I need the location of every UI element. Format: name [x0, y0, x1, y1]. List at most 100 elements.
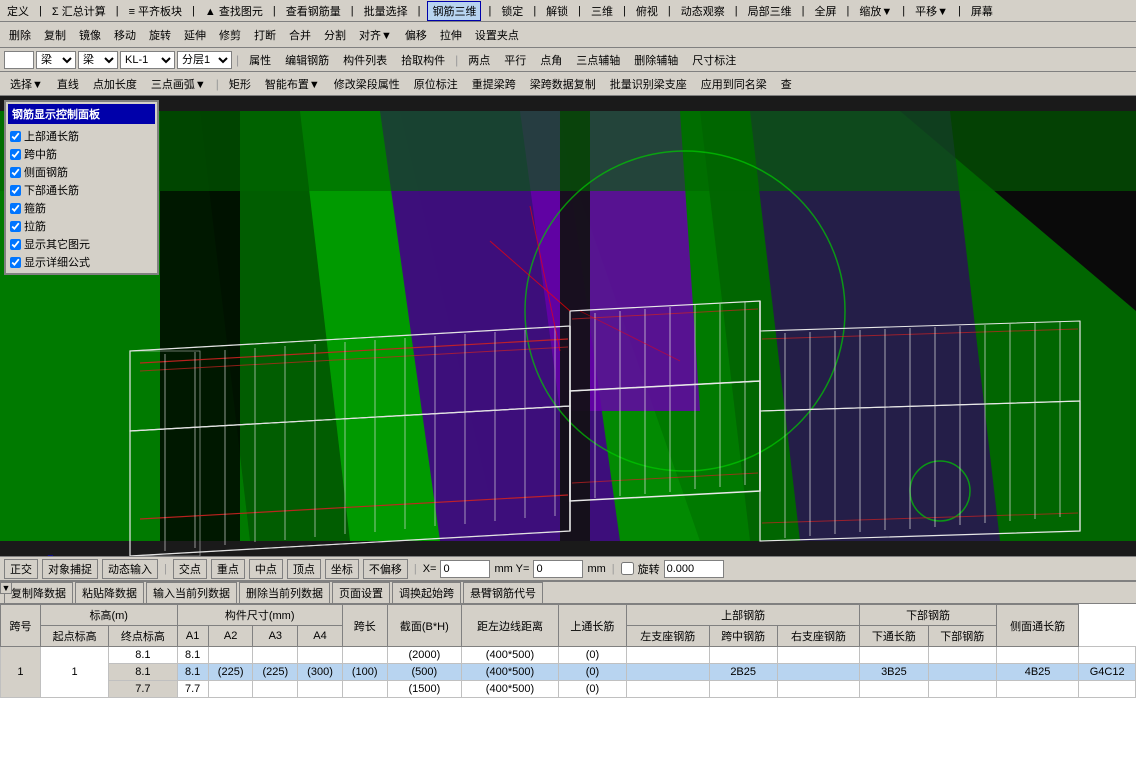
menu-view-steel[interactable]: 查看钢筋量	[283, 3, 344, 19]
merge-btn[interactable]: 合并	[284, 24, 316, 46]
menu-3d[interactable]: 三维	[588, 3, 616, 19]
viewport-3d[interactable]: 钢筋显示控制面板 上部通长筋 跨中筋 侧面钢筋 下部通长筋 箍筋	[0, 96, 1136, 556]
member-id-select[interactable]: KL-1	[120, 51, 175, 69]
copy-span-data-btn[interactable]: 梁跨数据复制	[524, 74, 602, 94]
modify-segment-btn[interactable]: 修改梁段属性	[328, 74, 406, 94]
line-btn[interactable]: 直线	[51, 74, 85, 94]
menu-steel-3d[interactable]: 钢筋三维	[427, 1, 481, 21]
three-point-aux-btn[interactable]: 三点辅轴	[570, 50, 626, 70]
data-grid[interactable]: 跨号 标高(m) 构件尺寸(mm) 跨长 截面(B*H) 距左边线距离 上通长筋…	[0, 604, 1136, 765]
apply-same-name-btn[interactable]: 应用到同名梁	[695, 74, 773, 94]
smart-layout-btn[interactable]: 智能布置▼	[259, 74, 326, 94]
stirrup-checkbox[interactable]	[10, 203, 21, 214]
point-angle-btn[interactable]: 点角	[534, 50, 568, 70]
batch-identify-support-btn[interactable]: 批量识别梁支座	[604, 74, 693, 94]
pick-member-btn[interactable]: 拾取构件	[395, 50, 451, 70]
dimension-btn[interactable]: 尺寸标注	[686, 50, 742, 70]
data-close-btn[interactable]: ▼	[0, 582, 12, 594]
rotate-input[interactable]	[664, 560, 724, 578]
endpoint-btn[interactable]: 重点	[211, 559, 245, 579]
move-btn[interactable]: 移动	[109, 24, 141, 46]
copy-btn[interactable]: 复制	[39, 24, 71, 46]
delete-aux-btn[interactable]: 删除辅轴	[628, 50, 684, 70]
rotate-btn[interactable]: 旋转	[144, 24, 176, 46]
delete-col-btn[interactable]: 删除当前列数据	[239, 582, 330, 604]
member-type-select[interactable]: 梁	[36, 51, 76, 69]
rect-btn[interactable]: 矩形	[223, 74, 257, 94]
break-btn[interactable]: 打断	[249, 24, 281, 46]
side-steel-checkbox[interactable]	[10, 167, 21, 178]
intersection-btn[interactable]: 交点	[173, 559, 207, 579]
page-setup-btn[interactable]: 页面设置	[332, 582, 390, 604]
rotate-checkbox[interactable]	[621, 562, 634, 575]
swap-start-btn[interactable]: 调换起始跨	[392, 582, 461, 604]
cantilever-code-btn[interactable]: 悬臂钢筋代号	[463, 582, 543, 604]
member-list-btn[interactable]: 构件列表	[337, 50, 393, 70]
mid-span-item[interactable]: 跨中筋	[8, 145, 155, 163]
re-extract-span-btn[interactable]: 重提梁跨	[466, 74, 522, 94]
grip-btn[interactable]: 设置夹点	[470, 24, 524, 46]
mirror-btn[interactable]: 镜像	[74, 24, 106, 46]
menu-screen[interactable]: 屏幕	[968, 3, 996, 19]
menu-lock[interactable]: 锁定	[498, 3, 526, 19]
check-btn[interactable]: 查	[775, 74, 798, 94]
midpoint-btn[interactable]: 中点	[249, 559, 283, 579]
menu-summary[interactable]: Σ 汇总计算	[49, 3, 109, 19]
coord-btn[interactable]: 坐标	[325, 559, 359, 579]
point-length-btn[interactable]: 点加长度	[87, 74, 143, 94]
stretch-btn[interactable]: 拉伸	[435, 24, 467, 46]
arc-btn[interactable]: 三点画弧▼	[145, 74, 212, 94]
bot-continuous-checkbox[interactable]	[10, 185, 21, 196]
show-other-item[interactable]: 显示其它图元	[8, 235, 155, 253]
copy-data-btn[interactable]: 复制降数据	[4, 582, 73, 604]
menu-align-slab[interactable]: ≡ 平齐板块	[126, 3, 185, 19]
level-select[interactable]: 分层1	[177, 51, 232, 69]
trim-btn[interactable]: 修剪	[214, 24, 246, 46]
table-row[interactable]: 8.1 8.1 (225) (225) (300) (100) (500) (4…	[1, 664, 1136, 681]
input-col-btn[interactable]: 输入当前列数据	[146, 582, 237, 604]
select-btn[interactable]: 选择▼	[4, 74, 49, 94]
y-input[interactable]	[533, 560, 583, 578]
member-subtype-select[interactable]: 梁	[78, 51, 118, 69]
menu-define[interactable]: 定义	[4, 3, 32, 19]
show-other-checkbox[interactable]	[10, 239, 21, 250]
vertex-btn[interactable]: 顶点	[287, 559, 321, 579]
menu-dynamic-observe[interactable]: 动态观察	[678, 3, 728, 19]
delete-btn[interactable]: 删除	[4, 24, 36, 46]
mid-span-checkbox[interactable]	[10, 149, 21, 160]
stirrup-item[interactable]: 箍筋	[8, 199, 155, 217]
show-formula-checkbox[interactable]	[10, 257, 21, 268]
in-place-annotation-btn[interactable]: 原位标注	[408, 74, 464, 94]
show-formula-item[interactable]: 显示详细公式	[8, 253, 155, 271]
align-btn[interactable]: 对齐▼	[354, 24, 397, 46]
menu-batch-select[interactable]: 批量选择	[361, 3, 411, 19]
bot-continuous-item[interactable]: 下部通长筋	[8, 181, 155, 199]
split-btn[interactable]: 分割	[319, 24, 351, 46]
menu-find-element[interactable]: ▲ 查找图元	[202, 3, 266, 19]
tie-steel-checkbox[interactable]	[10, 221, 21, 232]
menu-pan[interactable]: 平移▼	[912, 3, 951, 19]
snap-btn[interactable]: 对象捕捉	[42, 559, 98, 579]
extend-btn[interactable]: 延伸	[179, 24, 211, 46]
top-continuous-item[interactable]: 上部通长筋	[8, 127, 155, 145]
ortho-btn[interactable]: 正交	[4, 559, 38, 579]
top-continuous-checkbox[interactable]	[10, 131, 21, 142]
side-steel-item[interactable]: 侧面钢筋	[8, 163, 155, 181]
property-btn[interactable]: 属性	[243, 50, 277, 70]
paste-data-btn[interactable]: 粘贴降数据	[75, 582, 144, 604]
two-point-btn[interactable]: 两点	[462, 50, 496, 70]
x-input[interactable]	[440, 560, 490, 578]
parallel-btn[interactable]: 平行	[498, 50, 532, 70]
menu-unlock[interactable]: 解锁	[543, 3, 571, 19]
edit-steel-btn[interactable]: 编辑钢筋	[279, 50, 335, 70]
menu-top-view[interactable]: 俯视	[633, 3, 661, 19]
tie-steel-item[interactable]: 拉筋	[8, 217, 155, 235]
menu-fullscreen[interactable]: 全屏	[811, 3, 839, 19]
table-row[interactable]: 7.7 7.7 (1500) (400*500) (0)	[1, 681, 1136, 698]
layer-number-input[interactable]: 2	[4, 51, 34, 69]
menu-local-3d[interactable]: 局部三维	[745, 3, 795, 19]
menu-zoom[interactable]: 缩放▼	[856, 3, 895, 19]
table-row[interactable]: 1 1 8.1 8.1 (2000) (400*500) (0)	[1, 647, 1136, 664]
dynamic-input-btn[interactable]: 动态输入	[102, 559, 158, 579]
offset-btn[interactable]: 偏移	[400, 24, 432, 46]
